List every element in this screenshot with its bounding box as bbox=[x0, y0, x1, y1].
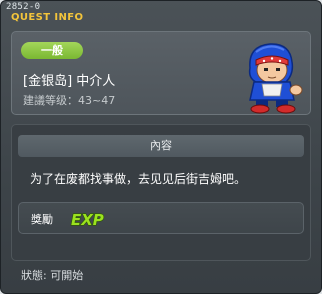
quest-status: 狀態: 可開始 bbox=[21, 269, 84, 282]
svg-text:EXP: EXP bbox=[71, 211, 104, 229]
quest-info-window: 2852-0 QUEST INFO 一般 [金银岛] 中介人 建議等级：43~4… bbox=[0, 0, 322, 294]
quest-id: 2852-0 bbox=[6, 2, 41, 12]
quest-description: 为了在废都找事做，去见见后街吉姆吧。 bbox=[30, 172, 247, 186]
category-badge: 一般 bbox=[21, 42, 83, 59]
quest-content-panel: 內容 为了在废都找事做，去见见后街吉姆吧。 獎勵 EXP bbox=[11, 124, 311, 261]
exp-icon: EXP bbox=[70, 210, 104, 229]
character-avatar-icon bbox=[248, 43, 303, 114]
reward-label: 獎勵 bbox=[31, 213, 53, 226]
recommended-level: 建議等级：43~47 bbox=[23, 94, 116, 107]
quest-header-card: 一般 [金银岛] 中介人 建議等级：43~47 bbox=[11, 31, 311, 115]
reward-box: 獎勵 EXP bbox=[18, 202, 304, 234]
content-header: 內容 bbox=[18, 135, 304, 157]
quest-name: [金银岛] 中介人 bbox=[23, 74, 116, 89]
window-title: QUEST INFO bbox=[11, 12, 84, 23]
